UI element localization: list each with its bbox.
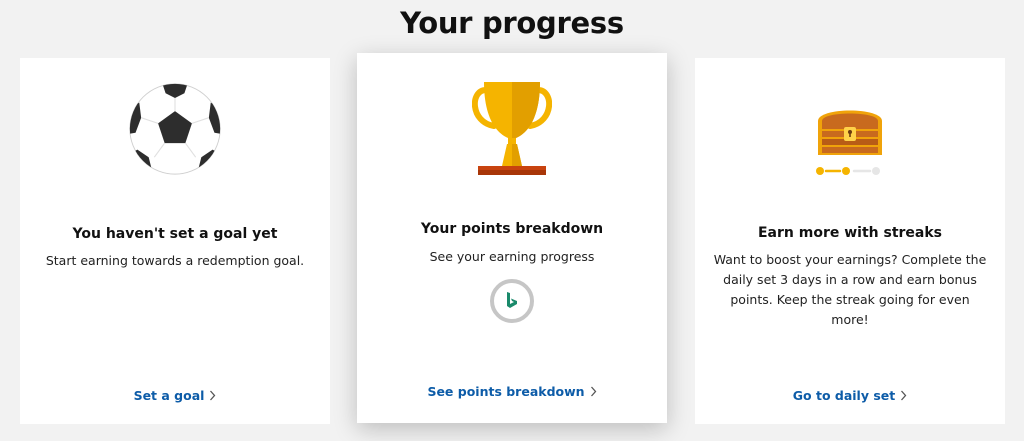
soccer-ball-icon xyxy=(129,83,221,175)
bing-logo-icon xyxy=(507,292,517,308)
go-to-daily-set-link[interactable]: Go to daily set xyxy=(695,388,1005,403)
see-points-breakdown-link-label[interactable]: See points breakdown xyxy=(427,384,584,399)
chevron-right-icon xyxy=(210,390,216,401)
set-goal-link[interactable]: Set a goal xyxy=(20,388,330,403)
go-to-daily-set-link-label[interactable]: Go to daily set xyxy=(793,388,895,403)
points-progress-ring xyxy=(490,279,534,323)
chevron-right-icon xyxy=(901,390,907,401)
points-card-title: Your points breakdown xyxy=(420,221,604,237)
streak-card-title: Earn more with streaks xyxy=(757,225,943,241)
chevron-right-icon xyxy=(590,386,596,397)
goal-card: You haven't set a goal yet Start earning… xyxy=(20,58,330,424)
goal-card-description: Start earning towards a redemption goal. xyxy=(45,253,305,268)
trophy-icon xyxy=(472,82,552,175)
goal-card-title: You haven't set a goal yet xyxy=(72,226,278,242)
see-points-breakdown-link[interactable]: See points breakdown xyxy=(357,384,667,399)
set-goal-link-label[interactable]: Set a goal xyxy=(134,388,205,403)
streak-card-description: Want to boost your earnings? Complete th… xyxy=(713,252,987,327)
points-card-description: See your earning progress xyxy=(429,249,595,264)
page-title: Your progress xyxy=(400,6,624,40)
points-card: Your points breakdown See your earning p… xyxy=(357,53,667,423)
treasure-chest-icon xyxy=(816,110,882,175)
streak-card: Earn more with streaks Want to boost you… xyxy=(695,58,1005,424)
